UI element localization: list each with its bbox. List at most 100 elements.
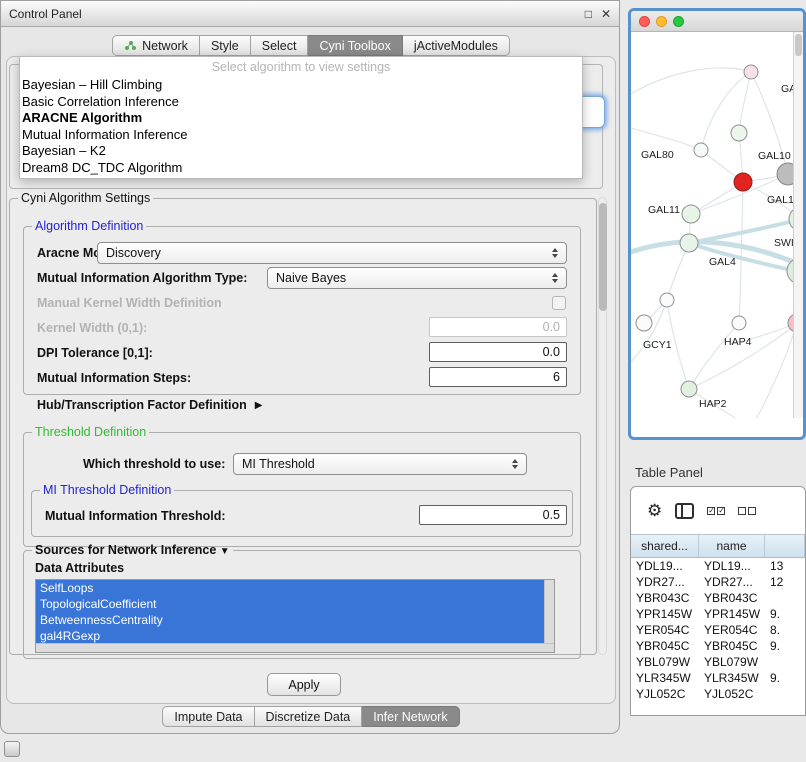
table-cell[interactable]: YDR27... [631, 575, 699, 589]
column-browser-icon[interactable] [675, 503, 694, 519]
network-edge[interactable] [631, 128, 701, 150]
table-cell[interactable]: YBL079W [699, 655, 765, 669]
mi-type-select[interactable]: Naive Bayes [267, 267, 567, 289]
list-horizontal-scrollbar[interactable] [36, 643, 554, 652]
table-cell[interactable]: 8. [765, 623, 805, 637]
mi-threshold-input[interactable] [419, 505, 567, 525]
gear-icon[interactable]: ⚙ [647, 502, 662, 519]
list-vertical-scrollbar[interactable] [544, 580, 554, 644]
network-graph[interactable]: GAL7GAL80GAL10GAL11GAL1SWI4GAL4GCY1HAP4Y… [631, 32, 803, 418]
network-edge[interactable] [631, 68, 751, 94]
tab-style[interactable]: Style [200, 35, 251, 56]
table-row[interactable]: YJL052CYJL052C [631, 686, 805, 702]
network-edge[interactable] [689, 323, 739, 389]
table-cell[interactable]: YPR145W [699, 607, 765, 621]
algorithm-option-mutual-information-inference[interactable]: Mutual Information Inference [20, 127, 582, 144]
algorithm-option-aracne-algorithm[interactable]: ARACNE Algorithm [20, 110, 582, 127]
table-cell[interactable]: YBR043C [631, 591, 699, 605]
tab-cyni-toolbox[interactable]: Cyni Toolbox [308, 35, 402, 56]
minimize-traffic-light-icon[interactable] [656, 16, 667, 27]
table-cell[interactable]: YLR345W [631, 671, 699, 685]
network-node[interactable] [636, 315, 652, 331]
tab-jactivemodules[interactable]: jActiveModules [403, 35, 510, 56]
table-cell[interactable]: YER054C [699, 623, 765, 637]
table-row[interactable]: YBL079WYBL079W [631, 654, 805, 670]
minimized-panel-icon[interactable] [4, 741, 20, 757]
network-canvas[interactable]: GAL7GAL80GAL10GAL11GAL1SWI4GAL4GCY1HAP4Y… [631, 32, 803, 418]
network-window-titlebar[interactable] [631, 11, 803, 32]
network-node[interactable] [732, 316, 746, 330]
control-panel-titlebar[interactable]: Control Panel □ ✕ [1, 1, 619, 27]
table-cell[interactable]: YER054C [631, 623, 699, 637]
aracne-mode-select[interactable]: Discovery [97, 242, 567, 264]
attribute-item-selfloops[interactable]: SelfLoops [36, 580, 546, 596]
table-cell[interactable]: YBL079W [631, 655, 699, 669]
zoom-traffic-light-icon[interactable] [673, 16, 684, 27]
network-edge[interactable] [631, 300, 667, 362]
mi-steps-input[interactable] [429, 367, 567, 387]
attribute-item-betweennesscentrality[interactable]: BetweennessCentrality [36, 612, 546, 628]
deselect-all-columns-icon[interactable] [738, 507, 756, 515]
chevron-down-icon[interactable]: ▼ [220, 546, 230, 557]
table-cell[interactable]: 9. [765, 671, 805, 685]
close-window-icon[interactable]: ✕ [601, 7, 611, 21]
network-node[interactable] [694, 143, 708, 157]
column-header-name[interactable]: name [699, 535, 765, 557]
mode-tab-infer-network[interactable]: Infer Network [362, 706, 459, 727]
data-attributes-list[interactable]: SelfLoopsTopologicalCoefficientBetweenne… [35, 579, 555, 653]
network-node[interactable] [682, 205, 700, 223]
algorithm-option-bayesian-hill-climbing[interactable]: Bayesian – Hill Climbing [20, 77, 582, 94]
table-row[interactable]: YER054CYER054C8. [631, 622, 805, 638]
mode-tab-impute-data[interactable]: Impute Data [162, 706, 254, 727]
network-node[interactable] [734, 173, 752, 191]
mode-tab-discretize-data[interactable]: Discretize Data [255, 706, 363, 727]
which-threshold-select[interactable]: MI Threshold [233, 453, 527, 475]
table-cell[interactable]: YJL052C [631, 687, 699, 701]
table-row[interactable]: YPR145WYPR145W9. [631, 606, 805, 622]
dpi-tolerance-input[interactable] [429, 342, 567, 362]
table-cell[interactable]: YBR043C [699, 591, 765, 605]
table-cell[interactable]: 12 [765, 575, 805, 589]
settings-scrollbar-thumb[interactable] [599, 203, 607, 311]
table-row[interactable]: YDL19...YDL19...13 [631, 558, 805, 574]
table-row[interactable]: YDR27...YDR27...12 [631, 574, 805, 590]
network-node[interactable] [731, 125, 747, 141]
table-cell[interactable]: YDL19... [631, 559, 699, 573]
attribute-item-topologicalcoefficient[interactable]: TopologicalCoefficient [36, 596, 546, 612]
column-header-shared[interactable]: shared... [631, 535, 699, 557]
table-row[interactable]: YLR345WYLR345W9. [631, 670, 805, 686]
network-edge[interactable] [689, 323, 797, 389]
algorithm-option-dream8-dc-tdc-algorithm[interactable]: Dream8 DC_TDC Algorithm [20, 160, 582, 177]
network-node[interactable] [681, 381, 697, 397]
attribute-item-gal4rgexp[interactable]: gal4RGexp [36, 628, 546, 644]
table-cell[interactable]: YBR045C [631, 639, 699, 653]
network-vertical-scrollbar[interactable] [793, 32, 803, 418]
algorithm-option-basic-correlation-inference[interactable]: Basic Correlation Inference [20, 94, 582, 111]
network-edge[interactable] [739, 72, 751, 133]
table-cell[interactable]: 13 [765, 559, 805, 573]
column-header-extra[interactable] [765, 535, 805, 557]
network-edge[interactable] [739, 182, 743, 323]
float-window-icon[interactable]: □ [585, 7, 592, 21]
table-row[interactable]: YBR045CYBR045C9. [631, 638, 805, 654]
table-cell[interactable]: YPR145W [631, 607, 699, 621]
table-cell[interactable]: YDL19... [699, 559, 765, 573]
close-traffic-light-icon[interactable] [639, 16, 650, 27]
table-cell[interactable]: YJL052C [699, 687, 765, 701]
select-all-columns-icon[interactable]: ✓ ✓ [707, 507, 725, 515]
table-cell[interactable]: YBR045C [699, 639, 765, 653]
tab-network[interactable]: Network [112, 35, 200, 56]
network-node[interactable] [660, 293, 674, 307]
network-node[interactable] [680, 234, 698, 252]
table-cell[interactable]: 9. [765, 607, 805, 621]
algorithm-option-bayesian-k2[interactable]: Bayesian – K2 [20, 143, 582, 160]
tab-select[interactable]: Select [251, 35, 309, 56]
table-row[interactable]: YBR043CYBR043C [631, 590, 805, 606]
apply-button[interactable]: Apply [267, 673, 341, 696]
table-cell[interactable]: 9. [765, 639, 805, 653]
network-node[interactable] [744, 65, 758, 79]
table-cell[interactable]: YLR345W [699, 671, 765, 685]
hub-definition-toggle[interactable]: Hub/Transcription Factor Definition ▶ [37, 398, 262, 412]
table-cell[interactable]: YDR27... [699, 575, 765, 589]
network-scrollbar-thumb[interactable] [795, 34, 802, 56]
